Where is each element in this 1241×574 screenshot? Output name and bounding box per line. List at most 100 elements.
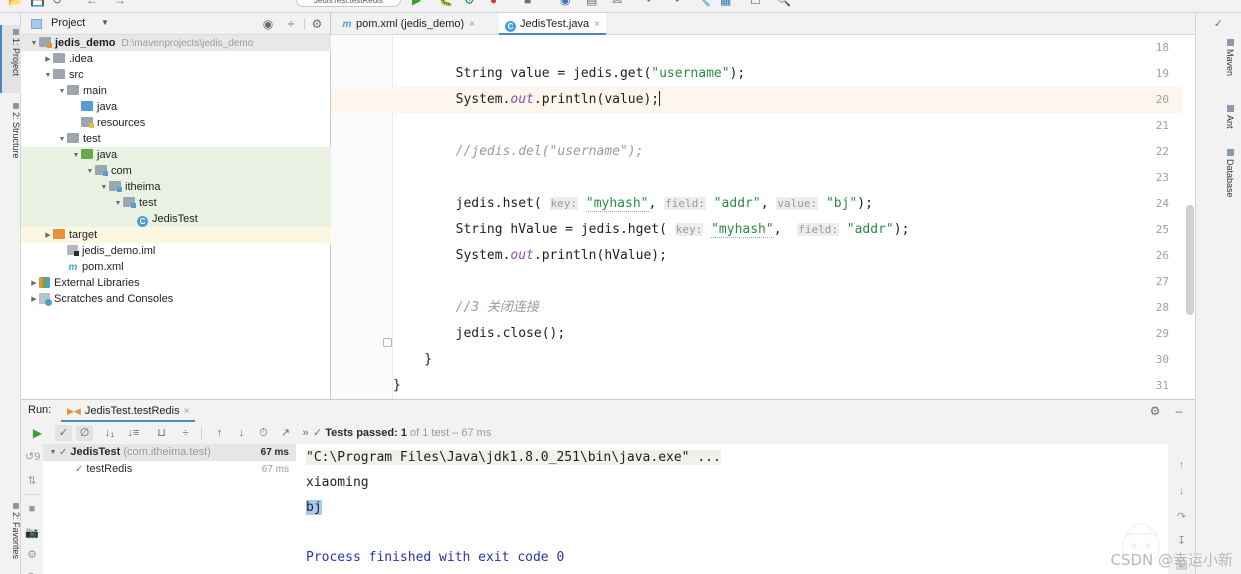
locate-icon[interactable]: ◉ bbox=[260, 16, 276, 32]
console-output[interactable]: "C:\Program Files\Java\jdk1.8.0_251\bin\… bbox=[296, 444, 1168, 574]
code-line[interactable]: //jedis.del("username"); bbox=[393, 139, 1195, 165]
rerun-failed-icon[interactable]: ↺9 bbox=[25, 450, 40, 464]
test-results-tree[interactable]: ▼ ✓ JedisTest (com.itheima.test) 67 ms ✓ tes… bbox=[43, 444, 296, 574]
chevron-down-icon[interactable]: ▼ bbox=[99, 180, 109, 196]
save-icon[interactable]: 💾 bbox=[30, 0, 45, 6]
tree-node-resources[interactable]: resources bbox=[21, 115, 331, 131]
restart-icon[interactable]: ⇅ bbox=[25, 474, 39, 488]
thread-dump-icon[interactable]: ⚙ bbox=[25, 548, 39, 562]
code-line[interactable] bbox=[393, 35, 1195, 61]
test-row-jedistest[interactable]: ▼ ✓ JedisTest (com.itheima.test) 67 ms bbox=[43, 444, 296, 461]
sync-icon[interactable]: ↻ bbox=[52, 0, 62, 6]
editor-scrollbar-thumb[interactable] bbox=[1186, 205, 1194, 315]
print-icon[interactable]: 🖨 bbox=[1174, 558, 1189, 573]
code-line[interactable]: } bbox=[393, 373, 1195, 399]
chevron-down-icon[interactable]: ▼ bbox=[57, 84, 67, 100]
soft-wrap-icon[interactable]: ↷ bbox=[1174, 510, 1189, 525]
chevron-down-icon[interactable]: ▼ bbox=[47, 444, 59, 461]
tree-node-jedis-demo-iml[interactable]: jedis_demo.iml bbox=[21, 243, 331, 259]
chevron-down-icon[interactable]: ▼ bbox=[113, 196, 123, 212]
scroll-down-icon[interactable]: ↓ bbox=[1174, 484, 1189, 499]
code-line[interactable]: System.out.println(value); bbox=[393, 87, 1195, 113]
search-icon[interactable]: 🔍 bbox=[776, 0, 791, 6]
chevron-right-icon[interactable]: ▶ bbox=[29, 292, 39, 308]
sidebar-item-maven[interactable]: Maven bbox=[1225, 39, 1235, 76]
forward-icon[interactable]: → bbox=[114, 0, 126, 6]
code-line[interactable]: jedis.close(); bbox=[393, 321, 1195, 347]
console-icon[interactable]: ↷ bbox=[25, 570, 39, 574]
tree-node-test[interactable]: ▼ test bbox=[21, 131, 331, 147]
tree-node-main[interactable]: ▼ main bbox=[21, 83, 331, 99]
code-line[interactable] bbox=[393, 113, 1195, 139]
sdk-icon[interactable]: ☐ bbox=[750, 0, 761, 6]
project-structure-icon[interactable]: ▦ bbox=[720, 0, 731, 6]
tree-node-jedis-demo[interactable]: ▼ jedis_demo D:\mavenprojects\jedis_demo bbox=[21, 35, 331, 51]
sidebar-item-ant[interactable]: Ant bbox=[1225, 105, 1235, 129]
code-line[interactable]: String hValue = jedis.hget( key: "myhash… bbox=[393, 217, 1195, 243]
editor-tab-jedistest[interactable]: C JedisTest.java × bbox=[499, 13, 606, 35]
code-line[interactable] bbox=[393, 269, 1195, 295]
hide-ignored-icon[interactable]: ∅ bbox=[76, 425, 93, 441]
coverage-icon[interactable]: ⚙ bbox=[464, 0, 475, 6]
chevron-right-icon[interactable] bbox=[63, 461, 75, 478]
fold-marker-icon[interactable] bbox=[383, 338, 392, 347]
tree-node-java[interactable]: java bbox=[21, 99, 331, 115]
chevron-right-icon[interactable] bbox=[127, 212, 137, 228]
code-line[interactable]: jedis.hset( key: "myhash", field: "addr"… bbox=[393, 191, 1195, 217]
sort-duration-icon[interactable]: ↓≡ bbox=[125, 425, 142, 441]
sidebar-item-favorites[interactable]: 2: Favorites bbox=[0, 499, 21, 574]
chevron-down-icon[interactable]: ▼ bbox=[43, 68, 53, 84]
hide-icon[interactable]: – bbox=[1171, 403, 1187, 419]
expand-all-icon[interactable]: ⊔ bbox=[153, 425, 170, 441]
open-icon[interactable]: 📂 bbox=[8, 0, 23, 6]
chevron-down-icon[interactable]: ▼ bbox=[57, 132, 67, 148]
close-icon[interactable]: × bbox=[184, 406, 190, 417]
gear-icon[interactable]: ⚙ bbox=[1147, 403, 1163, 419]
chevron-right-icon[interactable]: ▶ bbox=[43, 228, 53, 244]
stop-icon[interactable]: ■ bbox=[25, 502, 39, 516]
redo-icon[interactable]: ↷ bbox=[670, 0, 680, 6]
more-icon[interactable]: » bbox=[297, 425, 314, 441]
tree-node-java[interactable]: ▼ java bbox=[21, 147, 331, 163]
stop-icon[interactable]: ■ bbox=[524, 0, 531, 6]
build-icon[interactable]: ◉ bbox=[560, 0, 570, 6]
sidebar-item-project[interactable]: 1: Project bbox=[0, 25, 21, 93]
history-icon[interactable]: ⏱ bbox=[255, 425, 272, 441]
close-icon[interactable]: × bbox=[594, 19, 600, 30]
mail-icon[interactable]: ✉ bbox=[612, 0, 622, 6]
profile-icon[interactable]: ● bbox=[490, 0, 497, 6]
sort-alpha-icon[interactable]: ↓₁ bbox=[101, 425, 118, 441]
rerun-icon[interactable]: ▶ bbox=[29, 425, 46, 441]
chevron-right-icon[interactable] bbox=[57, 244, 67, 260]
next-failed-icon[interactable]: ↓ bbox=[233, 425, 250, 441]
editor-tab-pom[interactable]: m pom.xml (jedis_demo) × bbox=[335, 13, 481, 35]
gear-icon[interactable]: ⚙ bbox=[309, 16, 325, 32]
tree-node-target[interactable]: ▶ target bbox=[21, 227, 331, 243]
chevron-right-icon[interactable] bbox=[71, 100, 81, 116]
tree-node-scratches-and-consoles[interactable]: ▶ Scratches and Consoles bbox=[21, 291, 331, 307]
show-passed-icon[interactable]: ✓ bbox=[55, 425, 72, 441]
scroll-up-icon[interactable]: ↑ bbox=[1174, 458, 1189, 473]
screenshot-icon[interactable]: 📷 bbox=[25, 526, 39, 540]
chevron-down-icon[interactable]: ▼ bbox=[71, 148, 81, 164]
export-icon[interactable]: ↗ bbox=[277, 425, 294, 441]
scroll-to-end-icon[interactable]: ↧ bbox=[1174, 534, 1189, 549]
back-icon[interactable]: ← bbox=[86, 0, 98, 6]
chevron-right-icon[interactable] bbox=[71, 116, 81, 132]
tree-node-jedistest[interactable]: C JedisTest bbox=[21, 211, 331, 227]
chevron-down-icon[interactable]: ▼ bbox=[101, 18, 109, 27]
collapse-all-icon[interactable]: ÷ bbox=[283, 16, 299, 32]
chevron-right-icon[interactable] bbox=[57, 260, 67, 276]
project-tree[interactable]: ▼ jedis_demo D:\mavenprojects\jedis_demo ▶.… bbox=[21, 35, 331, 399]
run-configuration-selector[interactable]: JedisTest.testRedis bbox=[296, 0, 401, 7]
sidebar-item-database[interactable]: Database bbox=[1225, 149, 1235, 198]
run-icon[interactable]: ▶ bbox=[412, 0, 421, 6]
sidebar-item-structure[interactable]: 2: Structure bbox=[0, 99, 21, 177]
prev-failed-icon[interactable]: ↑ bbox=[211, 425, 228, 441]
test-row-testredis[interactable]: ✓ testRedis 67 ms bbox=[43, 461, 296, 478]
tree-node-pom-xml[interactable]: m pom.xml bbox=[21, 259, 331, 275]
code-line[interactable] bbox=[393, 165, 1195, 191]
code-editor[interactable]: 18 19 String value = jedis.get("username"… bbox=[331, 35, 1195, 399]
code-line[interactable]: //3 关闭连接 bbox=[393, 295, 1195, 321]
tree-node-external-libraries[interactable]: ▶ External Libraries bbox=[21, 275, 331, 291]
